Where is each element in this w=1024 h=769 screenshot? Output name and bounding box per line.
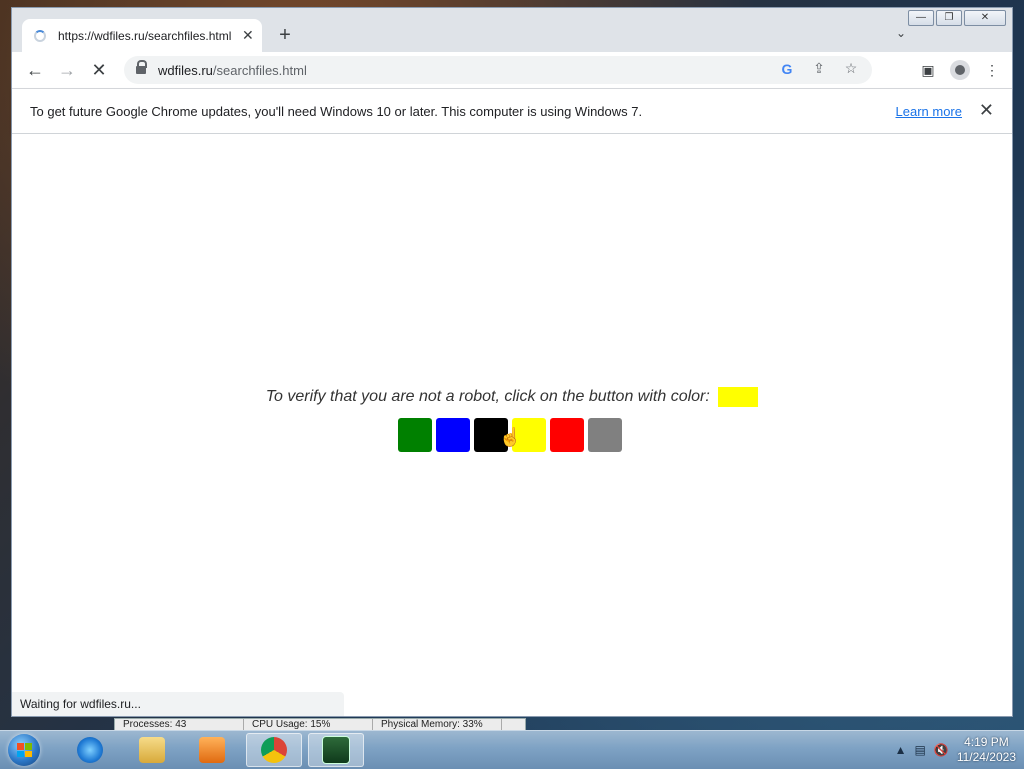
show-hidden-icons-icon[interactable]: ▲ <box>895 743 907 757</box>
new-tab-button[interactable]: + <box>274 24 296 46</box>
learn-more-link[interactable]: Learn more <box>896 104 962 119</box>
tab-title: https://wdfiles.ru/searchfiles.html <box>58 28 232 43</box>
chrome-menu-icon[interactable]: ⋮ <box>982 60 1002 80</box>
status-bubble: Waiting for wdfiles.ru... <box>12 692 344 716</box>
color-button-green[interactable] <box>398 418 432 452</box>
clock[interactable]: 4:19 PM 11/24/2023 <box>957 735 1016 765</box>
infobar-message: To get future Google Chrome updates, you… <box>30 104 643 119</box>
side-panel-icon[interactable]: ▣ <box>918 60 938 80</box>
target-color-swatch <box>718 387 759 407</box>
clock-date: 11/24/2023 <box>956 750 1016 764</box>
update-infobar: To get future Google Chrome updates, you… <box>12 89 1012 134</box>
captcha-prompt: To verify that you are not a robot, clic… <box>12 387 1012 407</box>
clock-time: 4:19 PM <box>964 735 1009 749</box>
share-icon[interactable]: ⇪ <box>810 60 828 77</box>
loading-spinner-icon <box>34 29 46 42</box>
address-bar[interactable]: wdfiles.ru/searchfiles.html G ⇪ ☆ <box>124 56 872 84</box>
back-button[interactable]: ← <box>24 59 46 81</box>
tab-close-icon[interactable]: ✕ <box>242 27 254 44</box>
lock-icon[interactable] <box>136 60 147 75</box>
hand-cursor-icon: ☝ <box>499 427 522 447</box>
page-content: To verify that you are not a robot, clic… <box>12 134 1012 716</box>
close-window-button[interactable]: ✕ <box>964 10 1006 26</box>
maximize-button[interactable]: ❐ <box>936 10 962 26</box>
taskbar-chrome[interactable] <box>246 733 302 767</box>
chrome-window: https://wdfiles.ru/searchfiles.html ✕ + … <box>12 8 1012 716</box>
taskbar-file-explorer[interactable] <box>124 733 180 767</box>
tab-wdfiles[interactable]: https://wdfiles.ru/searchfiles.html ✕ <box>22 19 262 52</box>
windows-logo-icon <box>17 743 32 757</box>
forward-button[interactable]: → <box>56 59 78 81</box>
color-button-blue[interactable] <box>436 418 470 452</box>
google-lens-icon[interactable]: G <box>778 61 796 77</box>
task-manager-icon <box>322 736 350 764</box>
tab-strip: https://wdfiles.ru/searchfiles.html ✕ + … <box>12 8 1012 52</box>
taskbar-media-player[interactable] <box>184 733 240 767</box>
tab-search-chevron-icon[interactable]: ⌄ <box>896 26 906 40</box>
stop-loading-button[interactable]: ✕ <box>88 59 110 81</box>
folder-icon <box>139 737 165 763</box>
person-icon <box>955 65 965 75</box>
url-path: /searchfiles.html <box>212 62 307 78</box>
start-button[interactable] <box>8 734 40 766</box>
minimize-button[interactable]: — <box>908 10 934 26</box>
toolbar: ← → ✕ wdfiles.ru/searchfiles.html G ⇪ ☆ … <box>12 52 1012 89</box>
media-player-icon <box>199 737 225 763</box>
color-button-gray[interactable] <box>588 418 622 452</box>
toolbar-right-icons: ▣ ⋮ <box>918 60 1002 80</box>
internet-explorer-icon <box>77 737 103 763</box>
taskbar: ▲ ▤ 🔇 4:19 PM 11/24/2023 <box>0 730 1024 769</box>
taskbar-internet-explorer[interactable] <box>62 733 118 767</box>
infobar-close-icon[interactable]: ✕ <box>979 100 994 121</box>
volume-muted-icon[interactable]: 🔇 <box>934 743 949 757</box>
system-tray: ▲ ▤ 🔇 4:19 PM 11/24/2023 <box>895 733 1016 767</box>
chrome-icon <box>261 737 287 763</box>
omnibox-actions: G ⇪ ☆ <box>778 60 860 77</box>
window-caption-buttons: — ❐ ✕ <box>908 10 1006 26</box>
network-icon[interactable]: ▤ <box>915 743 926 757</box>
taskbar-task-manager[interactable] <box>308 733 364 767</box>
captcha-prompt-text: To verify that you are not a robot, clic… <box>265 388 710 406</box>
bookmark-star-icon[interactable]: ☆ <box>842 60 860 77</box>
color-button-red[interactable] <box>550 418 584 452</box>
profile-avatar[interactable] <box>950 60 970 80</box>
url-host: wdfiles.ru <box>158 62 213 78</box>
url-text[interactable]: wdfiles.ru/searchfiles.html <box>158 63 307 78</box>
